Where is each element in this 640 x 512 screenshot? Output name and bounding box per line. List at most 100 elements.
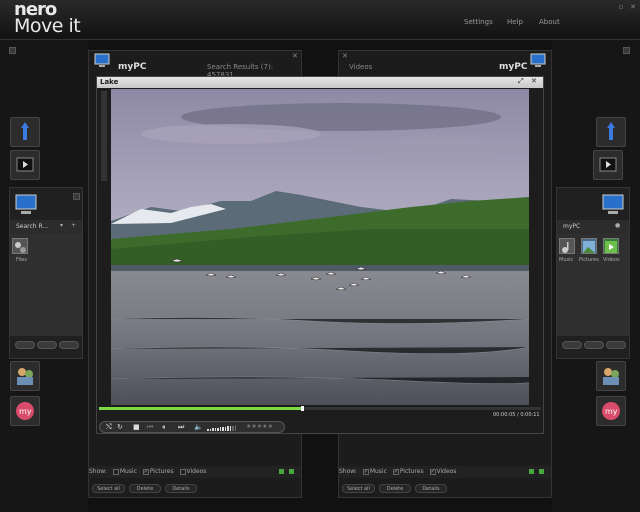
search-button[interactable] (584, 341, 604, 349)
seek-bar[interactable] (99, 406, 541, 411)
collapse-toggle[interactable] (9, 47, 16, 54)
next-icon[interactable]: ⏭ (178, 423, 184, 432)
rating-stars[interactable]: ★★★★★ (246, 423, 273, 430)
rating-star[interactable]: ★ (268, 423, 273, 430)
videos-filter-label: Videos (186, 468, 207, 475)
details-button[interactable]: Details (415, 484, 447, 493)
restore-button[interactable]: ▫ (617, 3, 625, 11)
volume-bar (224, 426, 226, 431)
library-device-header (557, 188, 629, 220)
computer-icon (530, 53, 546, 67)
right-library-panel: myPC ● Music Pictures Videos (556, 187, 630, 359)
select-all-button[interactable]: Select all (92, 484, 125, 493)
add-icon[interactable]: + (71, 222, 76, 229)
player-title-bar[interactable]: Lake ⤢ ✕ (97, 77, 543, 88)
usb-device-button-right[interactable] (596, 117, 626, 147)
volume-bar (217, 427, 219, 431)
app-header: nero Move it Settings Help About ▫ ✕ (0, 0, 640, 40)
computer-icon (15, 194, 37, 214)
delete-button[interactable] (59, 341, 79, 349)
panel-subtitle: Videos (349, 63, 373, 71)
left-sidebar: Search R... ▾ + Files my (0, 40, 88, 512)
right-sidebar: myPC ● Music Pictures Videos my (552, 40, 640, 512)
my-community-icon: my (16, 402, 34, 420)
pictures-checkbox[interactable]: ✓ (142, 468, 149, 475)
close-panel-icon[interactable]: ✕ (342, 52, 348, 60)
library-footer (557, 336, 629, 354)
volume-bar (229, 425, 231, 431)
fullscreen-icon[interactable]: ⤢ (518, 77, 524, 86)
video-player-window: Lake ⤢ ✕ 00:00:05 / 0:00:11 ⤭ ↻ ■ ⏮ ⏸ ⏭ … (96, 76, 544, 434)
shuffle-icon[interactable]: ⤭ (106, 423, 112, 432)
usb-device-button[interactable] (10, 117, 40, 147)
about-link[interactable]: About (539, 18, 560, 26)
prev-button[interactable] (15, 341, 35, 349)
library-device-header (10, 188, 82, 220)
library-header[interactable]: Search R... ▾ + (10, 220, 82, 234)
video-device-button[interactable] (10, 150, 40, 180)
users-button-right[interactable] (596, 361, 626, 391)
status-indicator (279, 469, 284, 474)
music-filter-label: Music (119, 468, 137, 475)
videos-checkbox[interactable] (179, 468, 186, 475)
svg-text:my: my (605, 407, 618, 416)
details-button[interactable]: Details (165, 484, 197, 493)
music-checkbox[interactable] (112, 468, 119, 475)
prev-button[interactable] (562, 341, 582, 349)
library-header-label: myPC (563, 223, 581, 230)
search-button[interactable] (37, 341, 57, 349)
video-device-icon (599, 157, 617, 172)
files-item[interactable] (12, 238, 28, 254)
panel-title: myPC (499, 62, 528, 72)
music-checkbox[interactable]: ✓ (362, 468, 369, 475)
status-indicator (539, 469, 544, 474)
library-list: Files (10, 234, 82, 336)
videos-checkbox[interactable]: ✓ (429, 468, 436, 475)
music-item[interactable] (559, 238, 575, 254)
users-icon (603, 368, 619, 385)
my-community-button-right[interactable]: my (596, 396, 626, 426)
volume-icon[interactable]: 🔈 (194, 423, 203, 432)
files-icon (15, 242, 26, 253)
help-link[interactable]: Help (507, 18, 523, 26)
repeat-icon[interactable]: ↻ (117, 423, 123, 432)
close-button[interactable]: ✕ (629, 3, 637, 11)
close-icon[interactable]: ✕ (531, 77, 537, 85)
show-label: Show: (339, 468, 357, 475)
users-button[interactable] (10, 361, 40, 391)
library-header[interactable]: myPC ● (557, 220, 629, 234)
add-device-button[interactable] (73, 193, 80, 200)
seek-handle[interactable] (301, 406, 305, 411)
svg-text:my: my (19, 407, 32, 416)
pictures-item[interactable] (581, 238, 597, 254)
library-footer (10, 336, 82, 354)
pictures-checkbox[interactable]: ✓ (392, 468, 399, 475)
previous-icon[interactable]: ⏮ (147, 423, 153, 432)
my-community-button[interactable]: my (10, 396, 40, 426)
volume-bar (219, 427, 221, 431)
stop-icon[interactable]: ■ (133, 423, 140, 432)
videos-label: Videos (603, 257, 620, 263)
delete-button[interactable] (606, 341, 626, 349)
users-icon (17, 368, 33, 385)
chevron-down-icon[interactable]: ▾ (60, 222, 63, 229)
close-panel-icon[interactable]: ✕ (292, 52, 298, 60)
delete-button[interactable]: Delete (129, 484, 161, 493)
app-name: Move it (14, 15, 81, 37)
volume-bar (209, 428, 211, 431)
show-filter-bar: Show: Music ✓ Pictures Videos (89, 466, 301, 478)
video-device-icon (16, 157, 34, 172)
usb-icon (21, 122, 29, 140)
select-all-button[interactable]: Select all (342, 484, 375, 493)
video-device-button-right[interactable] (593, 150, 623, 180)
collapse-toggle-right[interactable] (623, 47, 630, 54)
panel-title: myPC (118, 62, 147, 72)
video-frame[interactable] (111, 89, 529, 405)
videos-item[interactable] (603, 238, 619, 254)
computer-icon (94, 53, 110, 67)
pause-icon[interactable]: ⏸ (162, 423, 166, 432)
pictures-icon (583, 241, 595, 253)
delete-button[interactable]: Delete (379, 484, 411, 493)
settings-link[interactable]: Settings (464, 18, 493, 26)
settings-icon[interactable]: ● (615, 222, 620, 229)
